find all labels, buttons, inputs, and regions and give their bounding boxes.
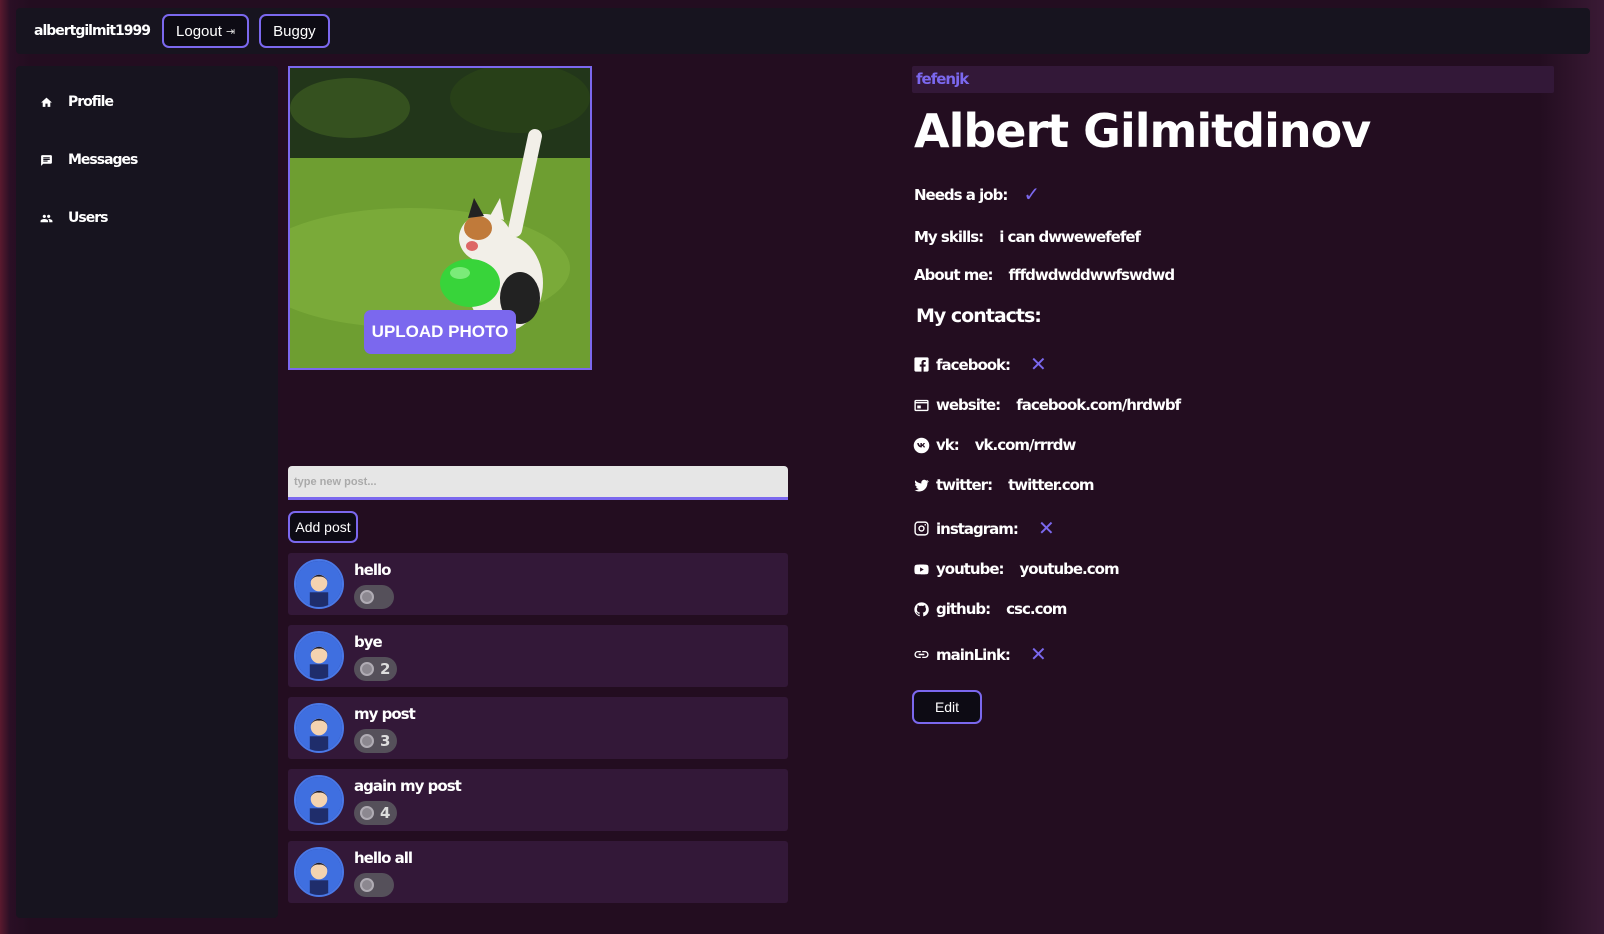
posts-list: hello bye 2 my post 3 again my post 4 he… — [288, 553, 788, 913]
edit-profile-button[interactable]: Edit — [912, 690, 982, 724]
skills-value: i can dwwewefefef — [999, 228, 1141, 246]
facebook-icon — [912, 356, 930, 374]
list-item: again my post 4 — [288, 769, 788, 831]
sidebar: Profile Messages Users — [16, 66, 278, 918]
like-button[interactable] — [354, 873, 394, 897]
logout-icon: ⇥ — [225, 25, 236, 38]
contact-row-vk: vk: vk.com/rrrdw — [912, 436, 1077, 454]
post-text: my post — [354, 705, 416, 723]
like-count: 4 — [380, 804, 390, 822]
contact-label: mainLink: — [936, 645, 1011, 664]
avatar — [294, 703, 344, 753]
contacts-title: My contacts: — [916, 305, 1042, 327]
instagram-icon — [912, 520, 930, 538]
post-text: hello — [354, 561, 391, 579]
contact-label: vk: — [936, 436, 960, 454]
logout-button[interactable]: Logout ⇥ — [162, 14, 250, 48]
add-post-button[interactable]: Add post — [288, 511, 358, 543]
like-button[interactable]: 3 — [354, 729, 398, 753]
like-icon — [360, 806, 374, 820]
home-icon — [38, 94, 54, 110]
post-text: bye — [354, 633, 383, 651]
avatar — [294, 631, 344, 681]
contact-value[interactable]: facebook.com/hrdwbf — [1016, 396, 1181, 414]
sidebar-item-messages[interactable]: Messages — [38, 152, 138, 168]
list-item: hello — [288, 553, 788, 615]
website-icon — [912, 396, 930, 414]
profile-photo: UPLOAD PHOTO — [288, 66, 592, 370]
contact-row-youtube: youtube: youtube.com — [912, 560, 1120, 578]
sidebar-item-label: Messages — [68, 152, 138, 168]
contact-value[interactable]: vk.com/rrrdw — [975, 436, 1077, 454]
github-icon — [912, 600, 930, 618]
top-header: albertgilmit1999 Logout ⇥ Buggy — [16, 8, 1590, 54]
vk-icon — [912, 436, 930, 454]
check-icon: ✓ — [1023, 184, 1041, 206]
needs-job-row: Needs a job: ✓ — [914, 182, 1040, 207]
contact-label: facebook: — [936, 355, 1011, 374]
close-icon: ✕ — [1037, 518, 1055, 540]
like-count: 3 — [380, 732, 390, 750]
about-row: About me: fffdwdwddwwfswdwd — [914, 266, 1176, 284]
list-item: bye 2 — [288, 625, 788, 687]
status-text[interactable]: fefenjk — [912, 66, 1554, 93]
skills-label: My skills: — [914, 228, 984, 246]
sidebar-item-label: Profile — [68, 94, 114, 110]
sidebar-item-users[interactable]: Users — [38, 210, 108, 226]
like-icon — [360, 662, 374, 676]
logout-label: Logout — [176, 22, 222, 40]
like-icon — [360, 734, 374, 748]
contact-row-instagram: instagram: ✕ — [912, 516, 1055, 541]
contact-value[interactable]: twitter.com — [1008, 476, 1094, 494]
contact-value[interactable]: youtube.com — [1020, 560, 1120, 578]
upload-photo-button[interactable]: UPLOAD PHOTO — [364, 310, 516, 354]
username-label: albertgilmit1999 — [34, 23, 151, 39]
contact-row-mainlink: mainLink: ✕ — [912, 642, 1047, 667]
list-item: hello all — [288, 841, 788, 903]
post-text: again my post — [354, 777, 462, 795]
close-icon: ✕ — [1030, 354, 1047, 376]
contact-label: youtube: — [936, 560, 1005, 578]
contact-label: twitter: — [936, 476, 993, 494]
link-icon — [912, 646, 930, 664]
contact-row-twitter: twitter: twitter.com — [912, 476, 1095, 494]
post-text: hello all — [354, 849, 413, 867]
close-icon: ✕ — [1029, 644, 1047, 666]
contact-label: github: — [936, 600, 991, 618]
avatar — [294, 847, 344, 897]
buggy-button[interactable]: Buggy — [259, 14, 330, 48]
youtube-icon — [912, 560, 930, 578]
like-icon — [360, 878, 374, 892]
needs-job-label: Needs a job: — [914, 185, 1008, 204]
twitter-icon — [912, 476, 930, 494]
avatar — [294, 559, 344, 609]
like-count: 2 — [380, 660, 390, 678]
like-button[interactable]: 2 — [354, 657, 398, 681]
new-post-input[interactable] — [288, 466, 788, 500]
contact-label: instagram: — [936, 519, 1019, 538]
users-icon — [38, 210, 54, 226]
sidebar-item-label: Users — [68, 210, 108, 226]
about-value: fffdwdwddwwfswdwd — [1008, 266, 1176, 284]
like-button[interactable] — [354, 585, 394, 609]
contact-row-website: website: facebook.com/hrdwbf — [912, 396, 1181, 414]
contact-label: website: — [936, 396, 1001, 414]
profile-full-name: Albert Gilmitdinov — [914, 104, 1371, 158]
contact-value[interactable]: csc.com — [1006, 600, 1067, 618]
contact-row-github: github: csc.com — [912, 600, 1067, 618]
avatar — [294, 775, 344, 825]
messages-icon — [38, 152, 54, 168]
list-item: my post 3 — [288, 697, 788, 759]
about-label: About me: — [914, 266, 994, 284]
skills-row: My skills: i can dwwewefefef — [914, 228, 1141, 246]
like-icon — [360, 590, 374, 604]
like-button[interactable]: 4 — [354, 801, 398, 825]
sidebar-item-profile[interactable]: Profile — [38, 94, 114, 110]
contact-row-facebook: facebook: ✕ — [912, 352, 1047, 377]
